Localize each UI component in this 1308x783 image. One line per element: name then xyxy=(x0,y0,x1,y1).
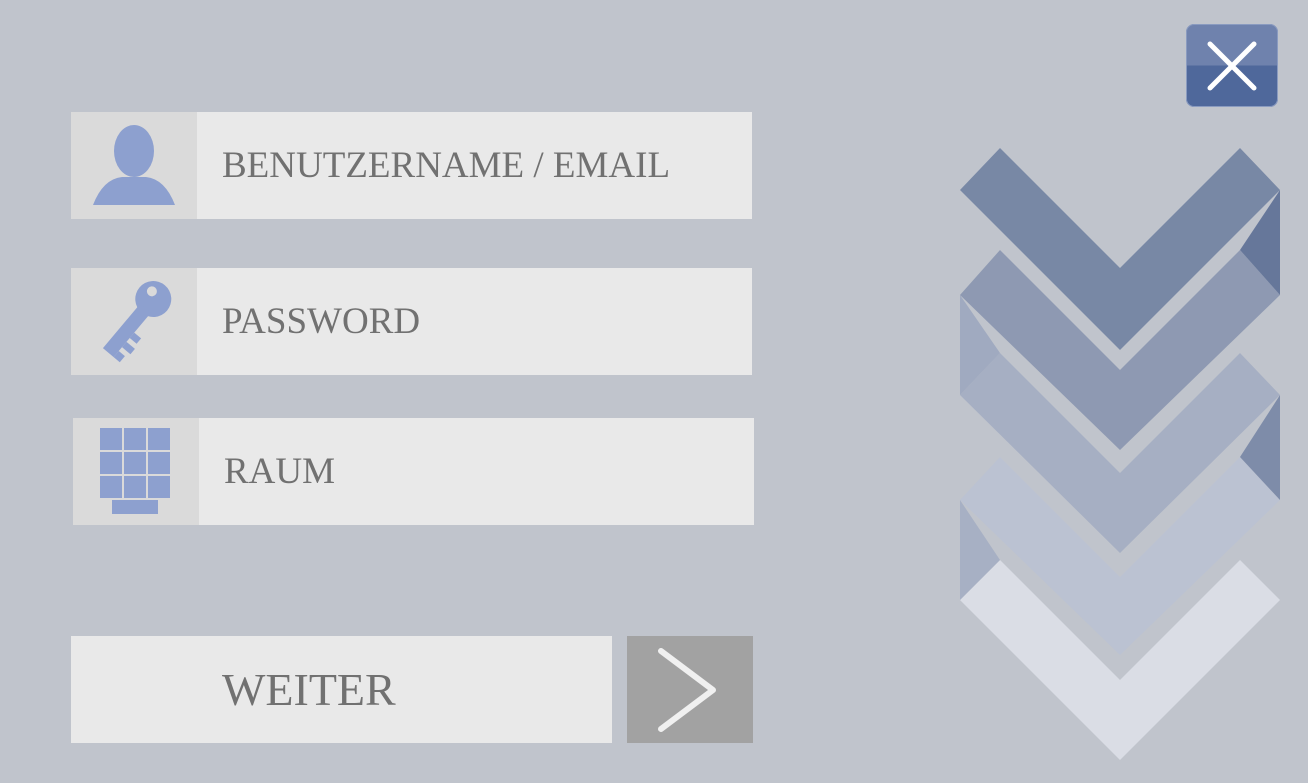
password-placeholder: PASSWORD xyxy=(222,301,421,342)
room-field[interactable]: RAUM xyxy=(73,418,754,525)
close-button[interactable] xyxy=(1186,24,1278,107)
room-icon-cell xyxy=(73,418,199,525)
username-icon-cell xyxy=(71,112,197,219)
weiter-button[interactable]: WEITER xyxy=(71,636,612,743)
room-placeholder: RAUM xyxy=(224,451,336,492)
chevron-right-icon xyxy=(658,647,716,732)
chevron-stack-logo xyxy=(960,148,1280,760)
close-icon xyxy=(1207,41,1257,90)
keypad-icon xyxy=(100,427,170,514)
user-icon xyxy=(93,124,175,205)
weiter-label: WEITER xyxy=(222,664,396,715)
username-field[interactable]: BENUTZERNAME / EMAIL xyxy=(71,112,752,219)
key-icon xyxy=(102,280,172,362)
password-icon-cell xyxy=(71,268,197,375)
username-placeholder: BENUTZERNAME / EMAIL xyxy=(222,145,671,186)
go-button[interactable] xyxy=(627,636,753,743)
password-field[interactable]: PASSWORD xyxy=(71,268,752,375)
